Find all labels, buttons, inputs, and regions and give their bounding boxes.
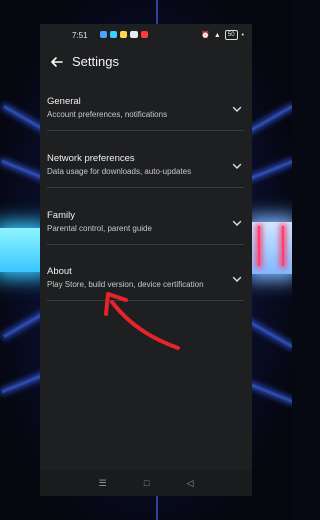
item-subtitle: Data usage for downloads, auto-updates — [47, 167, 192, 176]
status-time: 7:51 — [72, 31, 88, 40]
battery-icon: 50 — [224, 30, 238, 40]
chevron-down-icon[interactable] — [232, 218, 242, 228]
settings-item-network[interactable]: Network preferences Data usage for downl… — [40, 137, 252, 193]
home-icon[interactable]: □ — [144, 478, 149, 488]
item-subtitle: Account preferences, notifications — [47, 110, 168, 119]
gmail-icon — [130, 31, 138, 38]
back-icon[interactable]: ◁ — [186, 478, 193, 489]
recents-icon[interactable]: ☰ — [99, 478, 107, 489]
alarm-icon: ⏰ — [201, 32, 210, 39]
chevron-down-icon[interactable] — [232, 274, 242, 284]
status-right-icons: ⏰ ▲ 50 • — [201, 30, 244, 40]
app-bar: Settings — [40, 48, 252, 80]
app-notification-icon — [120, 31, 127, 38]
item-label: Family — [47, 210, 75, 221]
item-label: About — [47, 266, 72, 277]
item-label: Network preferences — [47, 153, 135, 164]
app-notification-icon — [100, 31, 107, 38]
item-label: General — [47, 96, 81, 107]
app-notification-icon — [110, 31, 117, 38]
settings-item-family[interactable]: Family Parental control, parent guide — [40, 194, 252, 250]
status-bar: 7:51 ⏰ ▲ 50 • — [40, 24, 252, 46]
page-title: Settings — [72, 54, 119, 69]
divider — [47, 187, 244, 188]
settings-item-general[interactable]: General Account preferences, notificatio… — [40, 80, 252, 136]
chevron-down-icon[interactable] — [232, 161, 242, 171]
wifi-icon: ▲ — [213, 31, 221, 39]
youtube-icon — [141, 31, 148, 38]
divider — [47, 244, 244, 245]
system-nav-bar: ☰ □ ◁ — [40, 470, 252, 496]
back-arrow-icon[interactable] — [48, 53, 66, 71]
phone-screen: 7:51 ⏰ ▲ 50 • Settings General Account p… — [40, 24, 252, 496]
item-subtitle: Play Store, build version, device certif… — [47, 280, 204, 289]
chevron-down-icon[interactable] — [232, 104, 242, 114]
dot-icon: • — [241, 31, 244, 39]
annotation-arrow-icon — [104, 292, 180, 350]
item-subtitle: Parental control, parent guide — [47, 224, 152, 233]
notification-icons — [100, 31, 148, 38]
divider — [47, 130, 244, 131]
